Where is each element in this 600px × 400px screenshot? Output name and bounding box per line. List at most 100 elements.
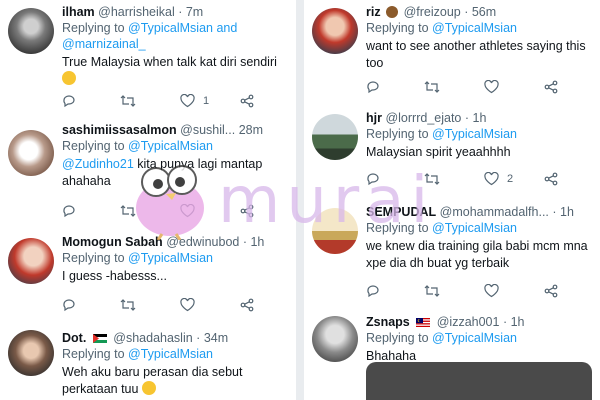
tweet-text: we knew dia training gila babi mcm mna x…: [366, 239, 588, 270]
display-name[interactable]: Dot.: [62, 331, 86, 345]
avatar[interactable]: [8, 330, 54, 376]
like-button[interactable]: [484, 284, 499, 298]
avatar[interactable]: [312, 316, 358, 362]
display-name[interactable]: SEMPUDAL: [366, 205, 436, 219]
timestamp[interactable]: 1h: [511, 315, 525, 329]
reply-button[interactable]: [366, 172, 380, 186]
share-icon: [240, 94, 254, 108]
reply-tweet[interactable]: Momogun Sabah @edwinubod · 1h Replying t…: [0, 228, 296, 321]
replying-to: Replying to @TypicalMsian: [62, 138, 292, 154]
avatar[interactable]: [312, 208, 358, 254]
like-count: 1: [203, 95, 210, 107]
like-button[interactable]: [180, 298, 195, 312]
replying-to-label: Replying to: [62, 21, 125, 35]
display-name[interactable]: Zsnaps: [366, 315, 410, 329]
reply-button[interactable]: [366, 80, 380, 94]
avatar[interactable]: [312, 114, 358, 160]
user-handle[interactable]: @lorrrd_ejato: [385, 111, 461, 125]
display-name[interactable]: Momogun Sabah: [62, 235, 163, 249]
like-button[interactable]: 1: [180, 94, 209, 108]
reply-tweet[interactable]: Zsnaps @izzah001 · 1h Replying to @Typic…: [304, 306, 600, 400]
mention-link[interactable]: @Zudinho21: [62, 157, 134, 171]
reply-tweet[interactable]: SEMPUDAL @mohammadalfh... · 1h Replying …: [304, 198, 600, 307]
share-button[interactable]: [240, 204, 254, 218]
timestamp[interactable]: 28m: [239, 123, 263, 137]
mention-link[interactable]: @TypicalMsian: [432, 221, 517, 235]
crying-face-icon: [141, 381, 156, 395]
tweet-header: ilham @harrisheikal · 7m: [62, 5, 204, 19]
user-handle[interactable]: @izzah001: [437, 315, 500, 329]
reply-button[interactable]: [62, 94, 76, 108]
like-button[interactable]: [180, 204, 195, 218]
like-button[interactable]: [484, 80, 499, 94]
retweet-icon: [120, 299, 136, 311]
heart-icon: [484, 284, 499, 298]
reply-button[interactable]: [62, 298, 76, 312]
reply-icon: [367, 285, 379, 298]
reply-icon: [367, 173, 379, 186]
avatar[interactable]: [8, 130, 54, 176]
retweet-button[interactable]: [120, 298, 136, 312]
timestamp[interactable]: 34m: [204, 331, 228, 345]
reply-tweet[interactable]: hjr @lorrrd_ejato · 1h Replying to @Typi…: [304, 104, 600, 199]
retweet-icon: [424, 81, 440, 93]
avatar[interactable]: [312, 8, 358, 54]
like-button[interactable]: 2: [484, 172, 513, 186]
tweet-text: Malaysian spirit yeaahhhh: [366, 145, 511, 159]
share-button[interactable]: [240, 94, 254, 108]
reply-tweet[interactable]: riz @freizoup · 56m Replying to @Typical…: [304, 0, 600, 105]
display-name[interactable]: hjr: [366, 111, 382, 125]
share-button[interactable]: [240, 298, 254, 312]
user-handle[interactable]: @sushil...: [180, 123, 235, 137]
replying-to: Replying to @TypicalMsian: [366, 126, 596, 142]
retweet-button[interactable]: [424, 172, 440, 186]
mention-link[interactable]: @TypicalMsian: [432, 127, 517, 141]
mention-link[interactable]: @TypicalMsian: [432, 21, 517, 35]
retweet-button[interactable]: [120, 94, 136, 108]
mention-link[interactable]: @TypicalMsian: [432, 331, 517, 345]
timestamp[interactable]: 56m: [472, 5, 496, 19]
mention-link[interactable]: @TypicalMsian: [128, 139, 213, 153]
tweet-actions: [62, 298, 262, 316]
display-name[interactable]: sashimiissasalmon: [62, 123, 177, 137]
timestamp[interactable]: 7m: [186, 5, 203, 19]
heart-icon: [484, 172, 499, 186]
mention-link[interactable]: @TypicalMsian: [128, 347, 213, 361]
display-name[interactable]: riz: [366, 5, 381, 19]
timestamp[interactable]: 1h: [473, 111, 487, 125]
user-handle[interactable]: @mohammadalfh...: [440, 205, 549, 219]
timestamp[interactable]: 1h: [250, 235, 264, 249]
avatar[interactable]: [8, 238, 54, 284]
reply-tweet[interactable]: Dot. @shadahaslin · 34m Replying to @Typ…: [0, 320, 296, 400]
share-icon: [544, 284, 558, 298]
retweet-button[interactable]: [120, 204, 136, 218]
share-button[interactable]: [544, 80, 558, 94]
user-handle[interactable]: @edwinubod: [166, 235, 239, 249]
tweet-actions: [366, 284, 566, 302]
share-button[interactable]: [544, 284, 558, 298]
share-button[interactable]: [544, 172, 558, 186]
share-icon: [544, 80, 558, 94]
retweet-icon: [120, 205, 136, 217]
reply-button[interactable]: [62, 204, 76, 218]
timestamp[interactable]: 1h: [560, 205, 574, 219]
avatar[interactable]: [8, 8, 54, 54]
reply-tweet[interactable]: ilham @harrisheikal · 7m Replying to @Ty…: [0, 0, 296, 119]
replying-to-label: Replying to: [62, 139, 125, 153]
tweet-text: I guess -habesss...: [62, 269, 167, 283]
left-reply-column: ilham @harrisheikal · 7m Replying to @Ty…: [0, 0, 296, 400]
user-handle[interactable]: @shadahaslin: [113, 331, 192, 345]
tweet-actions: 2: [366, 172, 566, 190]
reply-button[interactable]: [366, 284, 380, 298]
retweet-button[interactable]: [424, 80, 440, 94]
user-handle[interactable]: @freizoup: [404, 5, 461, 19]
media-preview[interactable]: [366, 362, 592, 400]
tweet-actions: [366, 80, 566, 98]
heart-icon: [180, 204, 195, 218]
display-name[interactable]: ilham: [62, 5, 95, 19]
user-handle[interactable]: @harrisheikal: [98, 5, 175, 19]
mention-link[interactable]: @TypicalMsian: [128, 251, 213, 265]
retweet-button[interactable]: [424, 284, 440, 298]
tweet-text: Weh aku baru perasan dia sebut perkataan…: [62, 364, 292, 398]
reply-tweet[interactable]: sashimiissasalmon @sushil... 28m Replyin…: [0, 118, 296, 229]
